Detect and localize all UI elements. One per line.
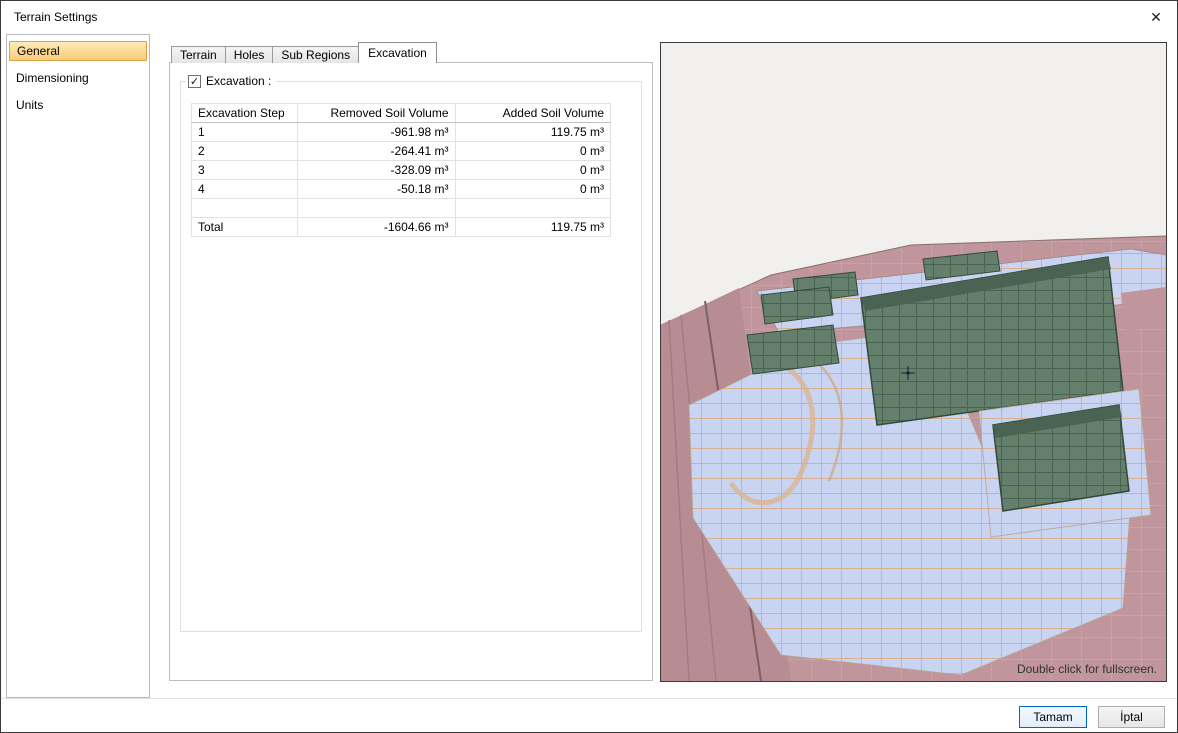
table-header-row: Excavation Step Removed Soil Volume Adde… (192, 104, 611, 123)
column-header-removed-soil-volume: Removed Soil Volume (297, 104, 455, 123)
step-cell: 1 (192, 123, 298, 142)
table-row: 1 -961.98 m³ 119.75 m³ (192, 123, 611, 142)
footer-separator (1, 698, 1177, 699)
terrain-3d-preview[interactable]: Double click for fullscreen. (660, 42, 1167, 682)
step-cell: 4 (192, 180, 298, 199)
added-volume-cell: 0 m³ (455, 142, 610, 161)
excavation-groupbox: ✓ Excavation : Excavation Step Removed S… (180, 81, 642, 632)
table-row: 4 -50.18 m³ 0 m³ (192, 180, 611, 199)
sidebar-item-dimensioning[interactable]: Dimensioning (9, 68, 147, 88)
column-header-excavation-step: Excavation Step (192, 104, 298, 123)
table-row: 3 -328.09 m³ 0 m³ (192, 161, 611, 180)
step-cell: Total (192, 218, 298, 237)
added-volume-cell: 119.75 m³ (455, 218, 610, 237)
tab-sub-regions[interactable]: Sub Regions (272, 46, 359, 63)
sidebar-item-general[interactable]: General (9, 41, 147, 61)
added-volume-cell: 0 m³ (455, 161, 610, 180)
removed-volume-cell: -1604.66 m³ (297, 218, 455, 237)
added-volume-cell: 0 m³ (455, 180, 610, 199)
column-header-added-soil-volume: Added Soil Volume (455, 104, 610, 123)
excavation-checkbox-row: ✓ Excavation : (186, 74, 276, 88)
added-volume-cell (455, 199, 610, 218)
tab-terrain[interactable]: Terrain (171, 46, 226, 63)
tab-holes[interactable]: Holes (225, 46, 274, 63)
ok-button[interactable]: Tamam (1019, 706, 1087, 728)
excavation-checkbox[interactable]: ✓ (188, 75, 201, 88)
tab-excavation[interactable]: Excavation (358, 42, 437, 63)
window-title: Terrain Settings (14, 10, 97, 24)
removed-volume-cell: -328.09 m³ (297, 161, 455, 180)
step-cell (192, 199, 298, 218)
close-icon[interactable]: ✕ (1145, 7, 1167, 27)
table-row: 2 -264.41 m³ 0 m³ (192, 142, 611, 161)
cancel-button[interactable]: İptal (1098, 706, 1165, 728)
removed-volume-cell: -264.41 m³ (297, 142, 455, 161)
removed-volume-cell: -961.98 m³ (297, 123, 455, 142)
step-cell: 2 (192, 142, 298, 161)
excavation-checkbox-label: Excavation : (206, 74, 271, 88)
terrain-3d-rendering (661, 43, 1166, 681)
tab-strip: Terrain Holes Sub Regions Excavation (171, 42, 437, 63)
settings-sidebar: General Dimensioning Units (6, 34, 150, 698)
removed-volume-cell: -50.18 m³ (297, 180, 455, 199)
step-cell: 3 (192, 161, 298, 180)
added-volume-cell: 119.75 m³ (455, 123, 610, 142)
table-row-total: Total -1604.66 m³ 119.75 m³ (192, 218, 611, 237)
sidebar-item-units[interactable]: Units (9, 95, 147, 115)
excavation-table: Excavation Step Removed Soil Volume Adde… (191, 103, 611, 237)
tab-content-panel: ✓ Excavation : Excavation Step Removed S… (169, 62, 653, 681)
terrain-settings-dialog: Terrain Settings ✕ General Dimensioning … (0, 0, 1178, 733)
titlebar: Terrain Settings ✕ (1, 1, 1177, 33)
table-row-empty (192, 199, 611, 218)
fullscreen-hint: Double click for fullscreen. (1017, 662, 1157, 676)
removed-volume-cell (297, 199, 455, 218)
